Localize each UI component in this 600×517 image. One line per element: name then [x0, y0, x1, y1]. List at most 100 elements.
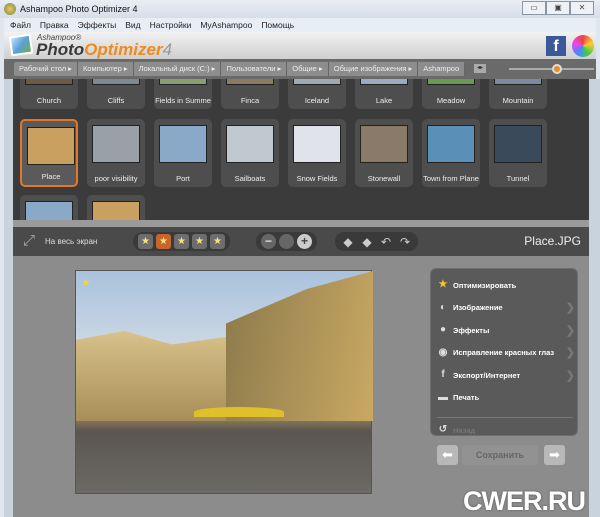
action-effects[interactable]: ● Эффекты ❯	[437, 322, 575, 338]
thumbnail[interactable]: Cliffs	[87, 79, 145, 109]
action-printer[interactable]: ▬ Печать	[437, 390, 575, 406]
thumbnail[interactable]: Town from Plane	[422, 119, 480, 187]
flip-horizontal-button[interactable]: ◆	[340, 235, 356, 249]
menu-file[interactable]: Файл	[10, 20, 31, 30]
thumbnail[interactable]: Stonewall	[355, 119, 413, 187]
chevron-right-icon: ❯	[565, 324, 575, 337]
thumbnail-image	[25, 201, 73, 220]
viewer-toolbar: ⤢ На весь экран ★ ★ ★ ★ ★ − + ◆ ◆ ↶ ↷ Place.J…	[13, 227, 589, 256]
thumbnail-label: Mountain	[502, 96, 534, 105]
divider	[437, 417, 573, 418]
breadcrumb-item[interactable]: Пользователи ▸	[221, 62, 288, 76]
thumbnail-image	[360, 79, 408, 85]
rating-star-icon: ★	[81, 277, 91, 289]
breadcrumb-item[interactable]: Общие изображения ▸	[329, 62, 419, 76]
thumbnail-label: poor visibility	[94, 174, 138, 183]
thumbnail-image	[494, 79, 542, 85]
expand-icon: ⤢	[23, 232, 36, 249]
thumbnail-image	[92, 201, 140, 220]
breadcrumb-item[interactable]: Локальный диск (C:) ▸	[134, 62, 222, 76]
menu-myashampoo[interactable]: MyAshampoo	[200, 20, 252, 30]
rating-button-0[interactable]: ★	[138, 234, 153, 249]
logo-text: PhotoOptimizer4	[36, 40, 173, 59]
thumbnail-label: Town from Plane	[423, 174, 479, 183]
thumbnail[interactable]	[20, 195, 78, 220]
zoom-group: − +	[256, 232, 317, 251]
thumbnail[interactable]: poor visibility	[87, 119, 145, 187]
thumbnail-label: Iceland	[304, 96, 330, 105]
minimize-button[interactable]: ▭	[522, 1, 546, 15]
editor-area: ★ ↺ Назад ★ Оптимизировать ◐ Изображение ❯ ● Эф…	[13, 256, 589, 517]
fullscreen-button[interactable]: ⤢ На весь экран	[23, 233, 97, 249]
menu-help[interactable]: Помощь	[261, 20, 294, 30]
photo-preview: ★	[75, 270, 373, 494]
breadcrumb-bar: Рабочий стол ▸ Компьютер ▸ Локальный диск …	[4, 59, 596, 79]
rating-button-4[interactable]: ★	[210, 234, 225, 249]
panel-splitter[interactable]	[13, 220, 589, 227]
thumbnail[interactable]: Place	[20, 119, 78, 187]
action-facebook[interactable]: f Экспорт/Интернет ❯	[437, 367, 575, 383]
facebook-icon[interactable]: f	[546, 36, 566, 56]
thumbnail-label: Sailboats	[234, 174, 266, 183]
rating-button-1[interactable]: ★	[156, 234, 171, 249]
thumbnail-image	[27, 127, 75, 165]
rotate-right-button[interactable]: ↷	[397, 235, 413, 249]
home-icon[interactable]	[572, 35, 594, 57]
menu-bar: Файл Правка Эффекты Вид Настройки MyAsha…	[4, 18, 596, 32]
flip-vertical-button[interactable]: ◆	[359, 235, 375, 249]
zoom-in-button[interactable]: +	[297, 234, 312, 249]
thumbnail[interactable]: Snow Fields	[288, 119, 346, 187]
menu-effects[interactable]: Эффекты	[78, 20, 117, 30]
zoom-out-button[interactable]: −	[261, 234, 276, 249]
effects-icon: ●	[439, 324, 447, 335]
thumbnail-image	[293, 79, 341, 85]
next-button[interactable]: ➡	[544, 445, 565, 465]
thumbnail[interactable]: Finca	[221, 79, 279, 109]
thumbnail-image	[92, 79, 140, 85]
zoom-fit-button[interactable]	[279, 234, 294, 249]
action-eye[interactable]: ◉ Исправление красных глаз ❯	[437, 345, 575, 361]
thumbnail-image	[293, 125, 341, 163]
breadcrumb-item[interactable]: Ashampoo	[418, 62, 466, 76]
thumbnail[interactable]: Mountain	[489, 79, 547, 109]
thumbnail-image	[159, 125, 207, 163]
action-label: Экспорт/Интернет	[453, 370, 521, 380]
app-icon	[4, 3, 16, 15]
previous-button[interactable]: ⬅	[437, 445, 458, 465]
arrows-toggle-button[interactable]: ◂▸	[474, 64, 486, 73]
thumbnail-image	[360, 125, 408, 163]
thumbnail-image	[25, 79, 73, 85]
thumbnail-grid: Church Cliffs Fields in Summe Finca Iceland L…	[13, 79, 589, 220]
thumbnail-size-slider[interactable]	[509, 64, 594, 74]
rating-group: ★ ★ ★ ★ ★	[133, 232, 230, 251]
slider-knob[interactable]	[551, 64, 562, 74]
undo-icon: ↺	[438, 424, 448, 435]
action-star[interactable]: ★ Оптимизировать	[437, 277, 575, 293]
menu-edit[interactable]: Правка	[40, 20, 69, 30]
rating-button-3[interactable]: ★	[192, 234, 207, 249]
breadcrumb-item[interactable]: Общие ▸	[287, 62, 329, 76]
maximize-button[interactable]: ▣	[546, 1, 570, 15]
thumbnail[interactable]: Port	[154, 119, 212, 187]
thumbnail-label: Cliffs	[107, 96, 125, 105]
breadcrumb-item[interactable]: Рабочий стол ▸	[14, 62, 78, 76]
back-button[interactable]: ↺ Назад	[437, 422, 575, 438]
rating-button-2[interactable]: ★	[174, 234, 189, 249]
menu-settings[interactable]: Настройки	[150, 20, 192, 30]
action-image-adjust[interactable]: ◐ Изображение ❯	[437, 300, 575, 316]
thumbnail[interactable]: Iceland	[288, 79, 346, 109]
menu-view[interactable]: Вид	[125, 20, 140, 30]
close-button[interactable]: ✕	[570, 1, 594, 15]
thumbnail[interactable]: Tunnel	[489, 119, 547, 187]
thumbnail[interactable]: Sailboats	[221, 119, 279, 187]
thumbnail[interactable]: Meadow	[422, 79, 480, 109]
breadcrumb-item[interactable]: Компьютер ▸	[78, 62, 134, 76]
thumbnail-label: Finca	[240, 96, 260, 105]
save-button[interactable]: Сохранить	[462, 445, 538, 465]
rotate-left-button[interactable]: ↶	[378, 235, 394, 249]
thumbnail[interactable]	[87, 195, 145, 220]
thumbnail-image	[226, 125, 274, 163]
thumbnail[interactable]: Fields in Summe	[154, 79, 212, 109]
thumbnail[interactable]: Lake	[355, 79, 413, 109]
thumbnail[interactable]: Church	[20, 79, 78, 109]
